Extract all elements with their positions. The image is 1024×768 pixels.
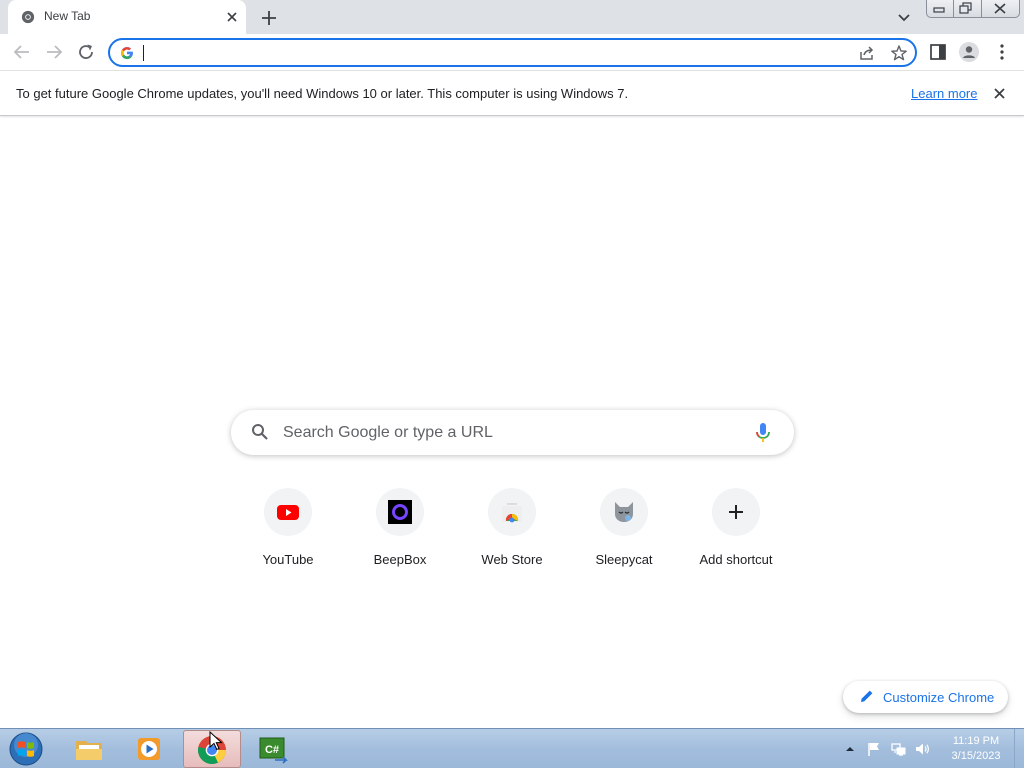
restore-icon: [959, 2, 973, 14]
system-tray: [840, 735, 940, 763]
update-info-bar: To get future Google Chrome updates, you…: [0, 71, 1024, 116]
shortcut-label: Sleepycat: [595, 552, 653, 567]
menu-icon[interactable]: [991, 41, 1013, 63]
youtube-icon: [277, 505, 299, 520]
share-icon[interactable]: [858, 44, 876, 62]
address-bar[interactable]: [108, 38, 917, 67]
microphone-icon[interactable]: [754, 422, 772, 444]
close-icon[interactable]: [224, 9, 240, 25]
profile-icon[interactable]: [958, 41, 980, 63]
sleepycat-icon: [615, 502, 633, 522]
shortcut-label: BeepBox: [373, 552, 427, 567]
shortcut-label: Add shortcut: [699, 552, 773, 567]
learn-more-link[interactable]: Learn more: [911, 86, 977, 101]
taskbar-media-player[interactable]: [121, 730, 179, 768]
text-caret: [143, 45, 144, 61]
network-icon[interactable]: [890, 741, 906, 757]
ntp-search-placeholder: Search Google or type a URL: [283, 424, 493, 441]
shortcut-label: YouTube: [262, 552, 314, 567]
flag-icon[interactable]: [866, 741, 882, 757]
clock-date: 3/15/2023: [951, 750, 1001, 762]
shortcut-icon-circle: [712, 488, 760, 536]
tab-strip: New Tab: [0, 0, 1024, 34]
minimize-button[interactable]: [927, 0, 955, 17]
svg-text:C#: C#: [265, 744, 279, 756]
shortcut-icon-circle: [376, 488, 424, 536]
ntp-search-box[interactable]: Search Google or type a URL: [231, 410, 794, 455]
close-icon[interactable]: [992, 86, 1007, 101]
back-icon[interactable]: [11, 41, 33, 63]
shortcut-add[interactable]: Add shortcut: [680, 488, 792, 580]
minimize-icon: [933, 7, 945, 13]
media-player-icon: [138, 738, 160, 760]
shortcut-icon-circle: [264, 488, 312, 536]
chevron-down-icon[interactable]: [894, 8, 914, 28]
shortcut-sleepycat[interactable]: Sleepycat: [568, 488, 680, 580]
chrome-icon: [21, 10, 35, 24]
taskbar-csharp-editor[interactable]: C#: [245, 730, 303, 768]
file-explorer-icon: [76, 741, 102, 760]
clock-time: 11:19 PM: [952, 735, 1000, 747]
shortcut-icon-circle: [488, 488, 536, 536]
taskbar: C# 11:19 PM 3/15/2023: [0, 728, 1024, 768]
reload-icon[interactable]: [75, 41, 97, 63]
close-window-button[interactable]: [982, 0, 1019, 17]
taskbar-file-explorer[interactable]: [61, 730, 119, 768]
customize-chrome-label: Customize Chrome: [883, 690, 995, 705]
star-icon[interactable]: [890, 44, 908, 62]
forward-icon[interactable]: [43, 41, 65, 63]
shortcut-web-store[interactable]: Web Store: [456, 488, 568, 580]
customize-chrome-button[interactable]: Customize Chrome: [843, 681, 1008, 713]
taskbar-clock[interactable]: 11:19 PM 3/15/2023: [944, 734, 1008, 764]
mouse-cursor: [209, 731, 223, 751]
show-hidden-icons-icon[interactable]: [842, 741, 858, 757]
csharp-editor-icon: C#: [259, 737, 288, 764]
web-store-icon: [502, 503, 522, 523]
search-icon: [252, 424, 268, 440]
shortcut-label: Web Store: [481, 552, 543, 567]
tab-title: New Tab: [44, 9, 91, 23]
beepbox-icon: [388, 500, 412, 524]
address-input[interactable]: [146, 43, 846, 63]
toolbar: [0, 34, 1024, 71]
shortcut-beepbox[interactable]: BeepBox: [344, 488, 456, 580]
new-tab-button[interactable]: [258, 7, 280, 29]
windows-start-icon[interactable]: [6, 731, 46, 767]
info-bar-message: To get future Google Chrome updates, you…: [16, 86, 629, 101]
close-icon: [994, 3, 1006, 14]
window-controls: [926, 0, 1020, 18]
side-panel-icon[interactable]: [927, 41, 949, 63]
shortcut-icon-circle: [600, 488, 648, 536]
google-g-icon: [121, 47, 134, 60]
shortcut-youtube[interactable]: YouTube: [232, 488, 344, 580]
plus-icon: [729, 505, 743, 519]
tab-new-tab[interactable]: New Tab: [8, 0, 246, 34]
volume-icon[interactable]: [914, 741, 930, 757]
pencil-icon: [861, 690, 873, 702]
show-desktop-button[interactable]: [1014, 729, 1024, 768]
restore-button[interactable]: [954, 0, 982, 17]
